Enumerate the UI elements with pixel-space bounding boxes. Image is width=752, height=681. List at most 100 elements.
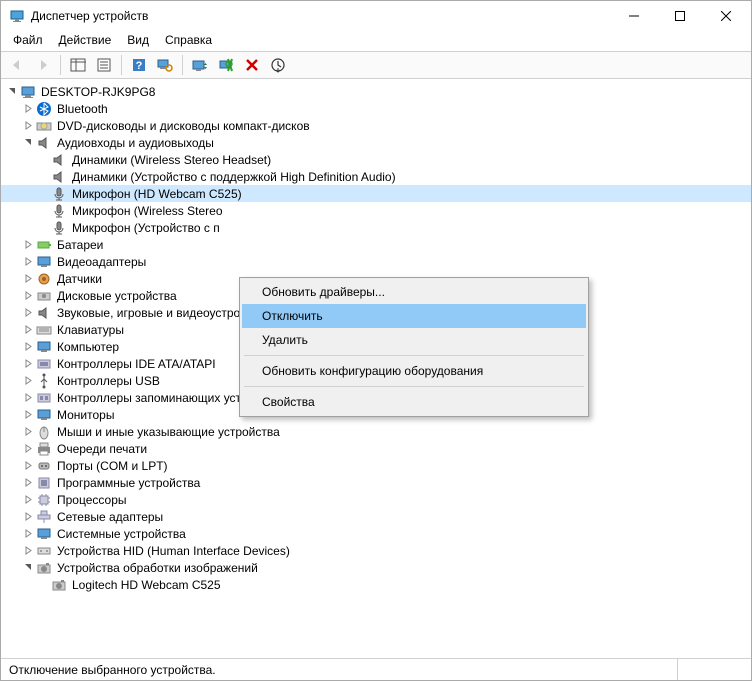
expander-icon[interactable] <box>21 561 35 575</box>
tree-node-label: Компьютер <box>56 340 120 354</box>
expander-icon[interactable] <box>21 493 35 507</box>
statusbar-pane <box>677 659 747 680</box>
context-menu-properties[interactable]: Свойства <box>242 390 586 414</box>
tree-node-audio-mic-webcam[interactable]: Микрофон (HD Webcam C525) <box>1 185 751 202</box>
microphone-icon <box>51 203 67 219</box>
context-menu-separator <box>244 386 584 387</box>
expander-icon[interactable] <box>21 272 35 286</box>
tree-node-audio-mic-wsh[interactable]: Микрофон (Wireless Stereo <box>1 202 751 219</box>
expander-icon[interactable] <box>5 85 19 99</box>
expander-icon[interactable] <box>21 476 35 490</box>
tree-node-label: Системные устройства <box>56 527 187 541</box>
tree-node-label: Микрофон (Wireless Stereo <box>71 204 224 218</box>
context-menu-uninstall[interactable]: Удалить <box>242 328 586 352</box>
expander-icon[interactable] <box>21 306 35 320</box>
device-tree[interactable]: DESKTOP-RJK9PG8 Bluetooth DVD-дисководы … <box>1 79 751 658</box>
expander-icon[interactable] <box>21 510 35 524</box>
tree-node-label: DESKTOP-RJK9PG8 <box>40 85 156 99</box>
port-icon <box>36 458 52 474</box>
menu-view[interactable]: Вид <box>119 31 157 51</box>
show-hide-tree-button[interactable] <box>66 54 90 76</box>
expander-icon[interactable] <box>21 340 35 354</box>
tree-node-audio-speakers-hd[interactable]: Динамики (Устройство с поддержкой High D… <box>1 168 751 185</box>
context-menu-disable[interactable]: Отключить <box>242 304 586 328</box>
microphone-icon <box>51 186 67 202</box>
speaker-icon <box>36 305 52 321</box>
menu-action[interactable]: Действие <box>51 31 120 51</box>
tree-node-label: Logitech HD Webcam C525 <box>71 578 222 592</box>
expander-icon[interactable] <box>21 391 35 405</box>
context-menu-separator <box>244 355 584 356</box>
tree-node-mice[interactable]: Мыши и иные указывающие устройства <box>1 423 751 440</box>
tree-node-system[interactable]: Системные устройства <box>1 525 751 542</box>
expander-icon[interactable] <box>21 289 35 303</box>
expander-icon[interactable] <box>21 323 35 337</box>
tree-node-hid[interactable]: Устройства HID (Human Interface Devices) <box>1 542 751 559</box>
toolbar: ? <box>1 51 751 79</box>
expander-icon[interactable] <box>21 102 35 116</box>
expander-icon[interactable] <box>21 425 35 439</box>
disable-button[interactable] <box>214 54 238 76</box>
expander-icon[interactable] <box>21 374 35 388</box>
processor-icon <box>36 492 52 508</box>
tree-node-display[interactable]: Видеоадаптеры <box>1 253 751 270</box>
computer-icon <box>36 339 52 355</box>
controller-icon <box>36 356 52 372</box>
tree-node-audio-speakers-wsh[interactable]: Динамики (Wireless Stereo Headset) <box>1 151 751 168</box>
uninstall-button[interactable] <box>240 54 264 76</box>
tree-node-bluetooth[interactable]: Bluetooth <box>1 100 751 117</box>
menu-help[interactable]: Справка <box>157 31 220 51</box>
expander-icon[interactable] <box>21 255 35 269</box>
tree-node-label: Процессоры <box>56 493 128 507</box>
storage-controller-icon <box>36 390 52 406</box>
tree-node-label: Устройства обработки изображений <box>56 561 259 575</box>
expander-icon[interactable] <box>21 357 35 371</box>
enable-button[interactable] <box>266 54 290 76</box>
expander-icon[interactable] <box>21 119 35 133</box>
menu-file[interactable]: Файл <box>5 31 51 51</box>
system-device-icon <box>36 526 52 542</box>
tree-node-batteries[interactable]: Батареи <box>1 236 751 253</box>
tree-node-network[interactable]: Сетевые адаптеры <box>1 508 751 525</box>
tree-node-dvd[interactable]: DVD-дисководы и дисководы компакт-дисков <box>1 117 751 134</box>
expander-icon[interactable] <box>21 459 35 473</box>
expander-icon[interactable] <box>21 408 35 422</box>
maximize-button[interactable] <box>657 1 703 31</box>
context-menu-scan[interactable]: Обновить конфигурацию оборудования <box>242 359 586 383</box>
hid-icon <box>36 543 52 559</box>
tree-node-software[interactable]: Программные устройства <box>1 474 751 491</box>
update-driver-button[interactable] <box>188 54 212 76</box>
tree-node-processors[interactable]: Процессоры <box>1 491 751 508</box>
tree-node-label: Микрофон (Устройство с п <box>71 221 221 235</box>
tree-node-audio-mic-hd[interactable]: Микрофон (Устройство с п <box>1 219 751 236</box>
minimize-button[interactable] <box>611 1 657 31</box>
expander-icon[interactable] <box>21 442 35 456</box>
bluetooth-icon <box>36 101 52 117</box>
expander-icon[interactable] <box>21 527 35 541</box>
tree-node-audio[interactable]: Аудиовходы и аудиовыходы <box>1 134 751 151</box>
help-button[interactable]: ? <box>127 54 151 76</box>
disk-icon <box>36 288 52 304</box>
tree-node-label: Программные устройства <box>56 476 201 490</box>
statusbar: Отключение выбранного устройства. <box>1 658 751 680</box>
titlebar[interactable]: Диспетчер устройств <box>1 1 751 31</box>
scan-hardware-button[interactable] <box>153 54 177 76</box>
context-menu-update-drivers[interactable]: Обновить драйверы... <box>242 280 586 304</box>
expander-icon[interactable] <box>21 544 35 558</box>
tree-root[interactable]: DESKTOP-RJK9PG8 <box>1 83 751 100</box>
tree-node-ports[interactable]: Порты (COM и LPT) <box>1 457 751 474</box>
microphone-icon <box>51 220 67 236</box>
tree-node-imaging-webcam[interactable]: Logitech HD Webcam C525 <box>1 576 751 593</box>
statusbar-text: Отключение выбранного устройства. <box>5 663 677 677</box>
expander-icon[interactable] <box>21 238 35 252</box>
expander-icon[interactable] <box>21 136 35 150</box>
tree-node-label: Датчики <box>56 272 103 286</box>
software-device-icon <box>36 475 52 491</box>
display-adapter-icon <box>36 254 52 270</box>
close-button[interactable] <box>703 1 749 31</box>
tree-node-label: Аудиовходы и аудиовыходы <box>56 136 215 150</box>
properties-button[interactable] <box>92 54 116 76</box>
tree-node-label: Контроллеры USB <box>56 374 161 388</box>
tree-node-imaging[interactable]: Устройства обработки изображений <box>1 559 751 576</box>
tree-node-print-queues[interactable]: Очереди печати <box>1 440 751 457</box>
